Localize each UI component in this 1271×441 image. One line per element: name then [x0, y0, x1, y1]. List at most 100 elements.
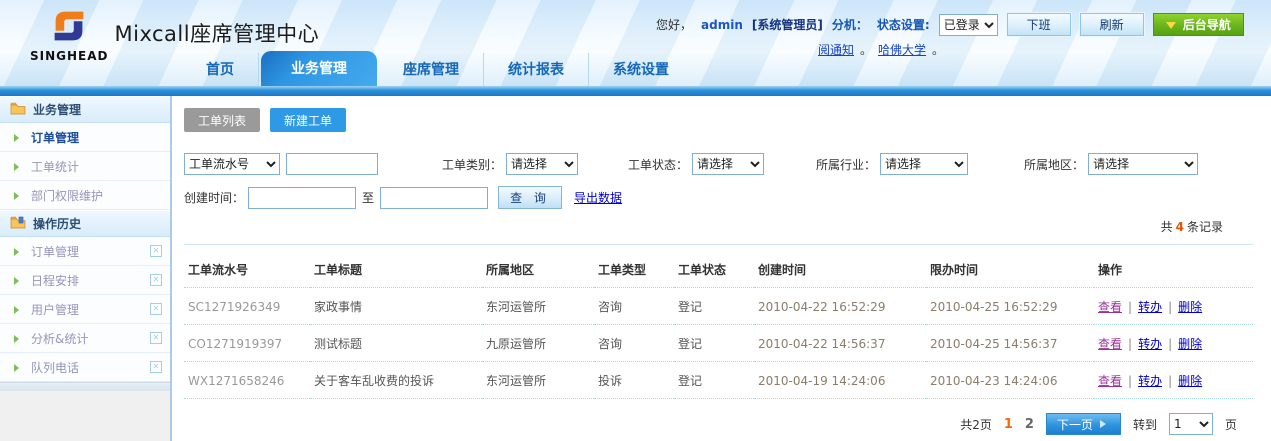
sidebar-item-analysis-stats[interactable]: 分析&统计 ✕: [0, 324, 170, 353]
goto-page-select[interactable]: 1: [1169, 413, 1213, 435]
cell-created: 2010-04-19 14:24:06: [754, 362, 926, 399]
folder-icon: [10, 102, 26, 118]
view-link[interactable]: 查看: [1098, 300, 1122, 314]
delete-link[interactable]: 删除: [1178, 337, 1202, 351]
industry-select[interactable]: 请选择: [880, 153, 968, 175]
down-arrow-icon: [1166, 22, 1176, 34]
sidebar-item-user-management[interactable]: 用户管理 ✕: [0, 295, 170, 324]
pagination: 共2页 1 2 下一页 转到 1 页: [184, 413, 1253, 435]
transfer-link[interactable]: 转办: [1138, 300, 1162, 314]
cell-region: 东河运管所: [482, 288, 594, 325]
col-region: 所属地区: [482, 251, 594, 288]
record-count-number: 4: [1173, 220, 1187, 234]
create-time-label: 创建时间：: [184, 189, 244, 206]
login-status-select[interactable]: 已登录: [939, 14, 998, 36]
sidebar-item-ticket-stats[interactable]: 工单统计: [0, 152, 170, 181]
tab-statistics-report[interactable]: 统计报表: [484, 53, 589, 86]
arrow-bullet-icon: [14, 277, 23, 285]
top-header: SINGHEAD Mixcall座席管理中心 您好， admin [系统管理员]…: [0, 0, 1271, 86]
cell-deadline: 2010-04-23 14:24:06: [926, 362, 1094, 399]
close-icon[interactable]: ✕: [150, 332, 162, 344]
tab-home[interactable]: 首页: [182, 53, 259, 86]
main-content: 工单列表 新建工单 工单流水号 工单类别： 请选择 工单状态： 请选择 所属行业…: [172, 96, 1271, 441]
arrow-bullet-icon: [14, 134, 23, 142]
page-suffix-label: 页: [1225, 416, 1237, 433]
filter-row-2: 创建时间： 至 查 询 导出数据: [184, 186, 1253, 209]
refresh-button[interactable]: 刷新: [1080, 13, 1144, 36]
region-label: 所属地区：: [1024, 156, 1084, 173]
sidebar-section-history[interactable]: 操作历史: [0, 210, 170, 237]
view-link[interactable]: 查看: [1098, 374, 1122, 388]
ticket-type-select[interactable]: 请选择: [506, 153, 578, 175]
cell-serial: SC1271926349: [184, 288, 310, 325]
end-date-input[interactable]: [380, 187, 488, 209]
backend-nav-button[interactable]: 后台导航: [1153, 13, 1244, 36]
col-title: 工单标题: [310, 251, 482, 288]
sidebar-item-schedule[interactable]: 日程安排 ✕: [0, 266, 170, 295]
cell-type: 咨询: [594, 325, 674, 362]
transfer-link[interactable]: 转办: [1138, 337, 1162, 351]
industry-label: 所属行业：: [816, 156, 876, 173]
close-icon[interactable]: ✕: [150, 245, 162, 257]
sidebar-item-history-order-management[interactable]: 订单管理 ✕: [0, 237, 170, 266]
sidebar-filler: [0, 391, 170, 441]
close-icon[interactable]: ✕: [150, 361, 162, 373]
logo-text: SINGHEAD: [30, 49, 109, 63]
delete-link[interactable]: 删除: [1178, 374, 1202, 388]
sidebar-item-dept-permission[interactable]: 部门权限维护: [0, 181, 170, 210]
sidebar-item-order-management[interactable]: 订单管理: [0, 123, 170, 152]
table-header-row: 工单流水号 工单标题 所属地区 工单类型 工单状态 创建时间 限办时间 操作: [184, 251, 1253, 288]
arrow-bullet-icon: [14, 248, 23, 256]
ticket-list-tab-button[interactable]: 工单列表: [184, 108, 260, 132]
off-work-button[interactable]: 下班: [1007, 13, 1071, 36]
new-ticket-button[interactable]: 新建工单: [270, 108, 346, 132]
close-icon[interactable]: ✕: [150, 303, 162, 315]
cell-actions: 查看|转办|删除: [1094, 325, 1253, 362]
tab-business-management[interactable]: 业务管理: [261, 51, 377, 86]
main-nav: 首页 业务管理 座席管理 统计报表 系统设置: [182, 51, 693, 86]
read-notice-link[interactable]: 阅通知: [818, 41, 854, 58]
arrow-bullet-icon: [14, 306, 23, 314]
cell-deadline: 2010-04-25 14:56:37: [926, 325, 1094, 362]
delete-link[interactable]: 删除: [1178, 300, 1202, 314]
harvard-link[interactable]: 哈佛大学: [878, 41, 926, 58]
singhead-logo-icon: [46, 4, 92, 51]
table-row: WX1271658246 关于客车乱收费的投诉 东河运管所 投诉 登记 2010…: [184, 362, 1253, 399]
page-number-current: 1: [1004, 417, 1013, 432]
search-button[interactable]: 查 询: [498, 186, 562, 209]
section-divider: [184, 244, 1253, 245]
sidebar: 业务管理 订单管理 工单统计 部门权限维护 操作历史: [0, 96, 172, 441]
cell-status: 登记: [674, 325, 754, 362]
table-row: SC1271926349 家政事情 东河运管所 咨询 登记 2010-04-22…: [184, 288, 1253, 325]
sidebar-section-business[interactable]: 业务管理: [0, 96, 170, 123]
start-date-input[interactable]: [248, 187, 356, 209]
ticket-type-label: 工单类别：: [442, 156, 502, 173]
cell-serial: CO1271919397: [184, 325, 310, 362]
record-count: 共4条记录: [184, 218, 1253, 235]
tab-system-settings[interactable]: 系统设置: [589, 53, 693, 86]
status-setting-label: 状态设置:: [877, 16, 930, 33]
cell-serial: WX1271658246: [184, 362, 310, 399]
view-link[interactable]: 查看: [1098, 337, 1122, 351]
ticket-status-select[interactable]: 请选择: [692, 153, 764, 175]
export-data-link[interactable]: 导出数据: [574, 189, 622, 206]
cell-type: 咨询: [594, 288, 674, 325]
to-label: 至: [362, 189, 374, 206]
goto-label: 转到: [1133, 416, 1157, 433]
ticket-toolbar: 工单列表 新建工单: [184, 108, 1253, 132]
cell-actions: 查看|转办|删除: [1094, 362, 1253, 399]
search-field-select[interactable]: 工单流水号: [184, 153, 280, 175]
transfer-link[interactable]: 转办: [1138, 374, 1162, 388]
tab-agent-management[interactable]: 座席管理: [379, 53, 484, 86]
cell-created: 2010-04-22 16:52:29: [754, 288, 926, 325]
arrow-bullet-icon: [14, 335, 23, 343]
close-icon[interactable]: ✕: [150, 274, 162, 286]
filter-row-1: 工单流水号 工单类别： 请选择 工单状态： 请选择 所属行业： 请选择 所属地区…: [184, 153, 1253, 175]
page-number-2[interactable]: 2: [1025, 417, 1034, 432]
username: admin: [701, 18, 743, 32]
region-select[interactable]: 请选择: [1088, 153, 1198, 175]
arrow-bullet-icon: [14, 192, 23, 200]
next-page-button[interactable]: 下一页: [1046, 413, 1121, 435]
sidebar-item-queue-calls[interactable]: 队列电话 ✕: [0, 353, 170, 382]
search-keyword-input[interactable]: [286, 153, 378, 175]
